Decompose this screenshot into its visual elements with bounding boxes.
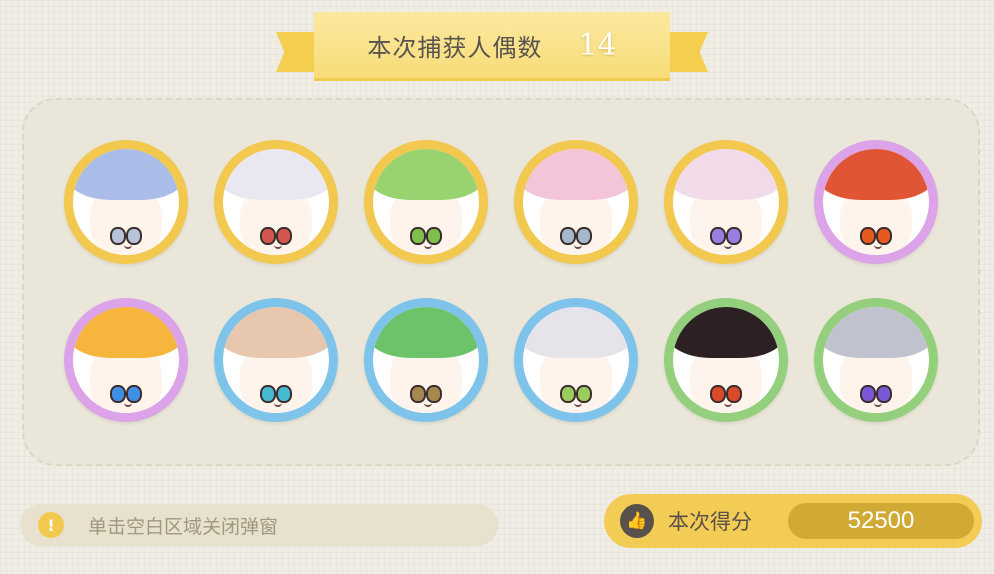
avatar-8[interactable] <box>214 298 338 422</box>
avatar-mouth <box>423 401 432 408</box>
avatar-hair <box>73 307 179 359</box>
avatar-mouth <box>273 401 282 408</box>
avatar-12[interactable] <box>814 298 938 422</box>
avatar-hair <box>73 149 179 201</box>
thumbs-up-icon: 👍 <box>620 504 654 538</box>
captured-dolls-title: 本次捕获人偶数 <box>367 33 543 62</box>
avatar-mouth <box>273 243 282 250</box>
captured-dolls-panel[interactable] <box>22 98 980 466</box>
captured-dolls-count: 14 <box>578 27 617 63</box>
avatar-hair <box>673 149 779 201</box>
score-bar: 👍 本次得分 52500 <box>604 494 982 548</box>
avatar-hair <box>223 149 329 201</box>
avatar-10[interactable] <box>514 298 638 422</box>
avatar-5[interactable] <box>664 140 788 264</box>
avatar-mouth <box>723 243 732 250</box>
avatar-2[interactable] <box>214 140 338 264</box>
score-value: 52500 <box>788 503 974 539</box>
avatar-hair <box>223 307 329 359</box>
avatar-9[interactable] <box>364 298 488 422</box>
avatar-hair <box>373 307 479 359</box>
avatar-mouth <box>123 401 132 408</box>
avatar-4[interactable] <box>514 140 638 264</box>
avatar-mouth <box>123 243 132 250</box>
ribbon-band: 本次捕获人偶数 14 <box>314 12 670 81</box>
avatar-mouth <box>873 243 882 250</box>
close-hint-bar[interactable]: ! 单击空白区域关闭弹窗 <box>20 504 498 546</box>
avatar-1[interactable] <box>64 140 188 264</box>
avatar-mouth <box>423 243 432 250</box>
avatar-hair <box>823 307 929 359</box>
avatar-3[interactable] <box>364 140 488 264</box>
score-label: 本次得分 <box>668 510 752 534</box>
avatar-hair <box>673 307 779 359</box>
avatar-11[interactable] <box>664 298 788 422</box>
avatar-hair <box>823 149 929 201</box>
avatar-hair <box>523 149 629 201</box>
avatar-mouth <box>873 401 882 408</box>
avatar-7[interactable] <box>64 298 188 422</box>
result-ribbon: 本次捕获人偶数 14 <box>276 12 708 81</box>
avatar-6[interactable] <box>814 140 938 264</box>
close-hint-text: 单击空白区域关闭弹窗 <box>88 515 279 538</box>
avatar-hair <box>373 149 479 201</box>
avatar-mouth <box>573 243 582 250</box>
avatar-mouth <box>723 401 732 408</box>
avatar-mouth <box>573 401 582 408</box>
exclamation-icon: ! <box>38 512 64 538</box>
avatar-hair <box>523 307 629 359</box>
